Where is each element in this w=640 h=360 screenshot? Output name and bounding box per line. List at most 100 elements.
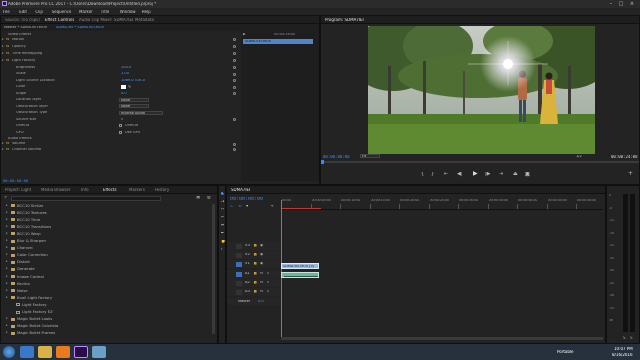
expand-arrow-icon[interactable]: ▸ — [6, 275, 8, 279]
expand-arrow-icon[interactable]: ▸ — [6, 253, 8, 257]
list-item[interactable]: ▸ Magic Bullet Looks — [1, 317, 211, 323]
fx-badge-icon[interactable]: fx — [6, 52, 9, 55]
snap-icon[interactable]: ⊂ — [230, 205, 234, 210]
menu-edit[interactable]: Edit — [19, 10, 27, 14]
expand-arrow-icon[interactable]: ▸ — [6, 211, 8, 215]
media-player-icon[interactable] — [56, 346, 70, 358]
list-item[interactable]: ▸ Noise — [1, 288, 211, 294]
track-label[interactable]: A2 — [245, 281, 250, 285]
list-item[interactable]: Light Factory — [1, 302, 211, 308]
track-target-toggle[interactable] — [236, 289, 242, 295]
sequence-label[interactable]: SDMA7IEI * SDMA7IEI.MOV — [56, 26, 104, 30]
menu-help[interactable]: Help — [142, 10, 151, 14]
taskbar-clock-time[interactable]: 10:07 PM — [614, 347, 633, 351]
menu-clip[interactable]: Clip — [35, 10, 43, 14]
timeline-timecode[interactable]: 00:00:00:00 — [230, 197, 263, 202]
reset-icon[interactable] — [233, 52, 236, 55]
menu-file[interactable]: File — [3, 10, 10, 14]
list-item[interactable]: ▸ BCC10 Time — [1, 217, 211, 223]
list-item[interactable]: ▸ BCC10 Transitions — [1, 224, 211, 230]
go-to-out-icon[interactable]: ⇥ — [499, 172, 503, 177]
ec-tab-2[interactable]: Audio Clip Mixer: SDMA7IEI — [79, 18, 133, 22]
paint-icon[interactable] — [92, 346, 106, 358]
reset-icon[interactable] — [233, 59, 236, 62]
reset-icon[interactable] — [233, 38, 236, 41]
expand-arrow-icon[interactable]: ▸ — [6, 296, 8, 300]
track-target-toggle[interactable] — [236, 271, 242, 277]
track-label[interactable]: V1 — [245, 262, 250, 266]
project-tab-history[interactable]: History — [155, 188, 169, 192]
track-label[interactable]: V3 — [245, 244, 250, 248]
ec-tab-0[interactable]: Source: (no clips) — [5, 18, 40, 22]
start-button[interactable] — [3, 346, 15, 358]
param-obscuration-type[interactable]: Obscuration Type Inverse Alpha — [1, 110, 241, 116]
param-obscuration-layer[interactable]: Obscuration layer None — [1, 104, 241, 109]
export-frame-icon[interactable]: ◙ — [525, 172, 530, 177]
delete-icon[interactable]: 🗑 — [206, 196, 212, 201]
lock-icon[interactable]: 🔒 — [253, 262, 257, 266]
obscuration-type-select[interactable]: Inverse Alpha — [119, 110, 163, 115]
track-select-icon[interactable]: ⇉ — [221, 200, 225, 205]
solo-icon[interactable]: S — [267, 272, 269, 276]
audio-clip[interactable] — [281, 272, 319, 278]
light-source-location-value[interactable]: 1069.0 516.0 — [121, 79, 145, 83]
button-editor-icon[interactable]: + — [628, 171, 633, 177]
program-timecode[interactable]: 00:00:00:00 — [323, 155, 350, 159]
project-tab-project-light[interactable]: Project: Light — [5, 188, 31, 192]
reset-icon[interactable] — [233, 79, 236, 82]
mark-out-icon[interactable]: } — [431, 172, 434, 177]
ec-tab-3[interactable]: Metadata — [135, 18, 154, 22]
fx-badge-icon[interactable]: fx — [6, 38, 9, 41]
reset-icon[interactable] — [233, 66, 236, 69]
list-item[interactable]: ▸ BCC10 Warp — [1, 231, 211, 237]
expand-arrow-icon[interactable]: ▸ — [6, 225, 8, 229]
fx-opacity[interactable]: ▸ fx Opacity — [1, 44, 241, 49]
ec-clip-bar[interactable]: SDMA7IEI.MOV — [243, 39, 313, 44]
razor-icon[interactable]: ✂ — [221, 216, 225, 221]
wrench-icon[interactable]: ✎ — [270, 205, 274, 210]
list-item[interactable]: ▸ Magic Bullet Frames — [1, 331, 211, 337]
play-icon[interactable]: ▶ — [473, 171, 478, 177]
project-tab-info[interactable]: Info — [81, 188, 89, 192]
param-gpu[interactable]: GPU Use GPU — [1, 130, 241, 135]
add-marker-icon[interactable]: ▾ — [246, 205, 248, 210]
list-item[interactable]: ▸ Generate — [1, 267, 211, 273]
program-fit-select[interactable]: Fit — [360, 154, 380, 158]
lock-icon[interactable]: 🔒 — [253, 281, 257, 285]
reset-icon[interactable] — [233, 118, 236, 121]
timeline-hscroll[interactable] — [281, 337, 603, 340]
new-bin-icon[interactable]: ▣ — [196, 196, 200, 201]
master-volume-value[interactable]: 0.0 — [258, 300, 264, 304]
eye-icon[interactable]: ◉ — [260, 262, 263, 266]
solo-icon[interactable]: S — [267, 290, 269, 294]
reset-icon[interactable] — [233, 85, 236, 89]
list-item[interactable]: ▸ Channel — [1, 246, 211, 252]
expand-arrow-icon[interactable]: ▸ — [6, 317, 8, 321]
list-item[interactable]: ▸ BCC10 Stylize — [1, 203, 211, 209]
source-size-value[interactable]: 0 — [121, 118, 123, 122]
expand-arrow-icon[interactable]: ▸ — [6, 260, 8, 264]
obscuration-layer-select[interactable]: None — [119, 104, 149, 109]
fx-time-remapping[interactable]: ▸ fx Time Remapping — [1, 51, 241, 56]
list-item[interactable]: ▸ Keying — [1, 281, 211, 287]
menu-marker[interactable]: Marker — [79, 10, 93, 14]
brightness-value[interactable]: 100.0 — [121, 66, 131, 70]
list-item[interactable]: ▸ Color Correction — [1, 253, 211, 259]
expand-arrow-icon[interactable]: ▸ — [6, 232, 8, 236]
timeline-ruler[interactable]: 00:00 00:00:05:00 00:00:10:00 00:00:15:00 00… — [281, 198, 603, 210]
taskbar-language[interactable]: Portable — [557, 350, 574, 354]
reset-icon[interactable] — [233, 142, 236, 146]
solo-right-icon[interactable]: S — [630, 336, 633, 340]
tab-program[interactable]: Program: SDMA7IEI — [325, 18, 364, 22]
reset-icon[interactable] — [233, 72, 236, 76]
ie-icon[interactable] — [20, 346, 34, 358]
program-playhead-marker[interactable] — [321, 160, 324, 164]
track-target-toggle[interactable] — [236, 243, 242, 249]
program-ratio-select[interactable]: 1/2 — [576, 155, 582, 159]
go-to-in-icon[interactable]: ⇤ — [444, 172, 448, 177]
taskbar-clock-date[interactable]: 8/16/2016 — [612, 353, 633, 357]
timeline-hscroll-thumb[interactable] — [281, 337, 603, 340]
param-color[interactable]: Color ✎ — [1, 85, 241, 90]
list-item[interactable]: ▸ Blur & Sharpen — [1, 239, 211, 245]
gpu-checkbox[interactable] — [119, 130, 123, 134]
